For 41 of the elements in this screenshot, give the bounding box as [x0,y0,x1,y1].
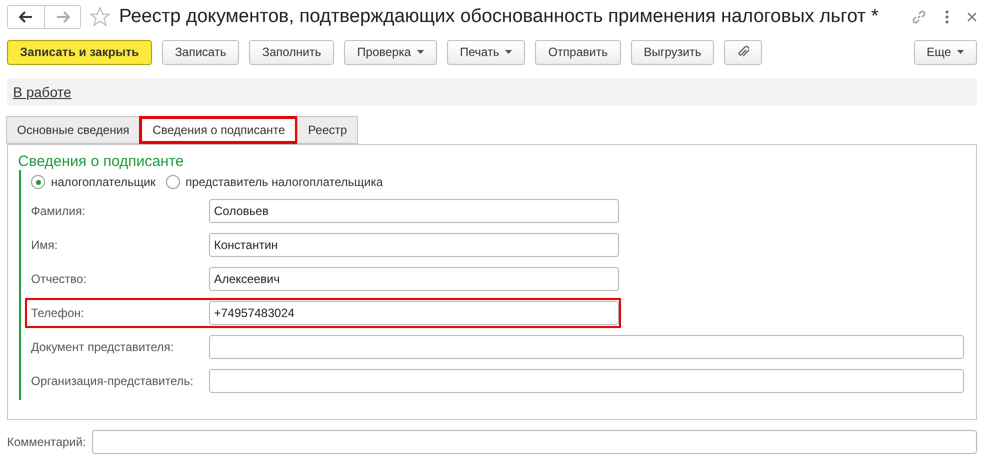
field-label: Организация-представитель: [31,374,194,388]
attach-button[interactable] [724,40,762,64]
field-label: Телефон: [31,306,86,320]
section-title: Сведения о подписанте [18,153,185,170]
field-label: Комментарий: [7,435,86,449]
input-field[interactable]: Алексеевич [209,267,619,291]
input-field[interactable]: Константин [209,233,619,257]
input-field[interactable] [209,335,964,359]
dropdown-button[interactable]: Печать [446,40,526,64]
input-field[interactable]: Соловьев [209,199,619,223]
toolbar-button[interactable]: Записать [162,40,240,64]
dropdown-button[interactable]: Проверка [344,40,437,64]
tab[interactable]: Реестр [297,116,358,144]
toolbar-button[interactable]: Отправить [535,40,621,64]
link-icon[interactable] [911,9,927,25]
paperclip-icon [737,45,750,59]
field-label: Отчество: [31,272,88,286]
more-button[interactable]: Еще [914,40,977,64]
tab[interactable]: Основные сведения [6,116,140,144]
forward-arrow-icon [56,11,70,23]
tab[interactable]: Сведения о подписанте [139,116,298,144]
close-icon[interactable] [967,12,977,22]
field-label: Документ представителя: [31,340,175,354]
caret-icon [957,50,964,54]
radio-option[interactable]: представитель налогоплательщика [166,175,383,189]
back-arrow-icon [19,11,33,23]
toolbar-button[interactable]: Заполнить [249,40,334,64]
field-label: Имя: [31,238,59,252]
caret-icon [416,50,424,54]
toolbar-button[interactable]: Выгрузить [630,40,714,64]
radio-option[interactable]: налогоплательщик [31,175,156,189]
save-and-close-button[interactable]: Записать и закрыть [7,40,152,64]
status-link[interactable]: В работе [13,84,72,100]
window-title: Реестр документов, подтверждающих обоснованность применения налоговых льгот * [119,6,880,28]
caret-icon [505,50,512,54]
star-icon[interactable] [89,6,111,28]
input-field[interactable]: +74957483024 [209,301,619,325]
input-field[interactable] [209,369,964,393]
field-label: Фамилия: [31,204,86,218]
comment-field[interactable] [92,430,977,454]
more-icon[interactable] [945,10,949,24]
